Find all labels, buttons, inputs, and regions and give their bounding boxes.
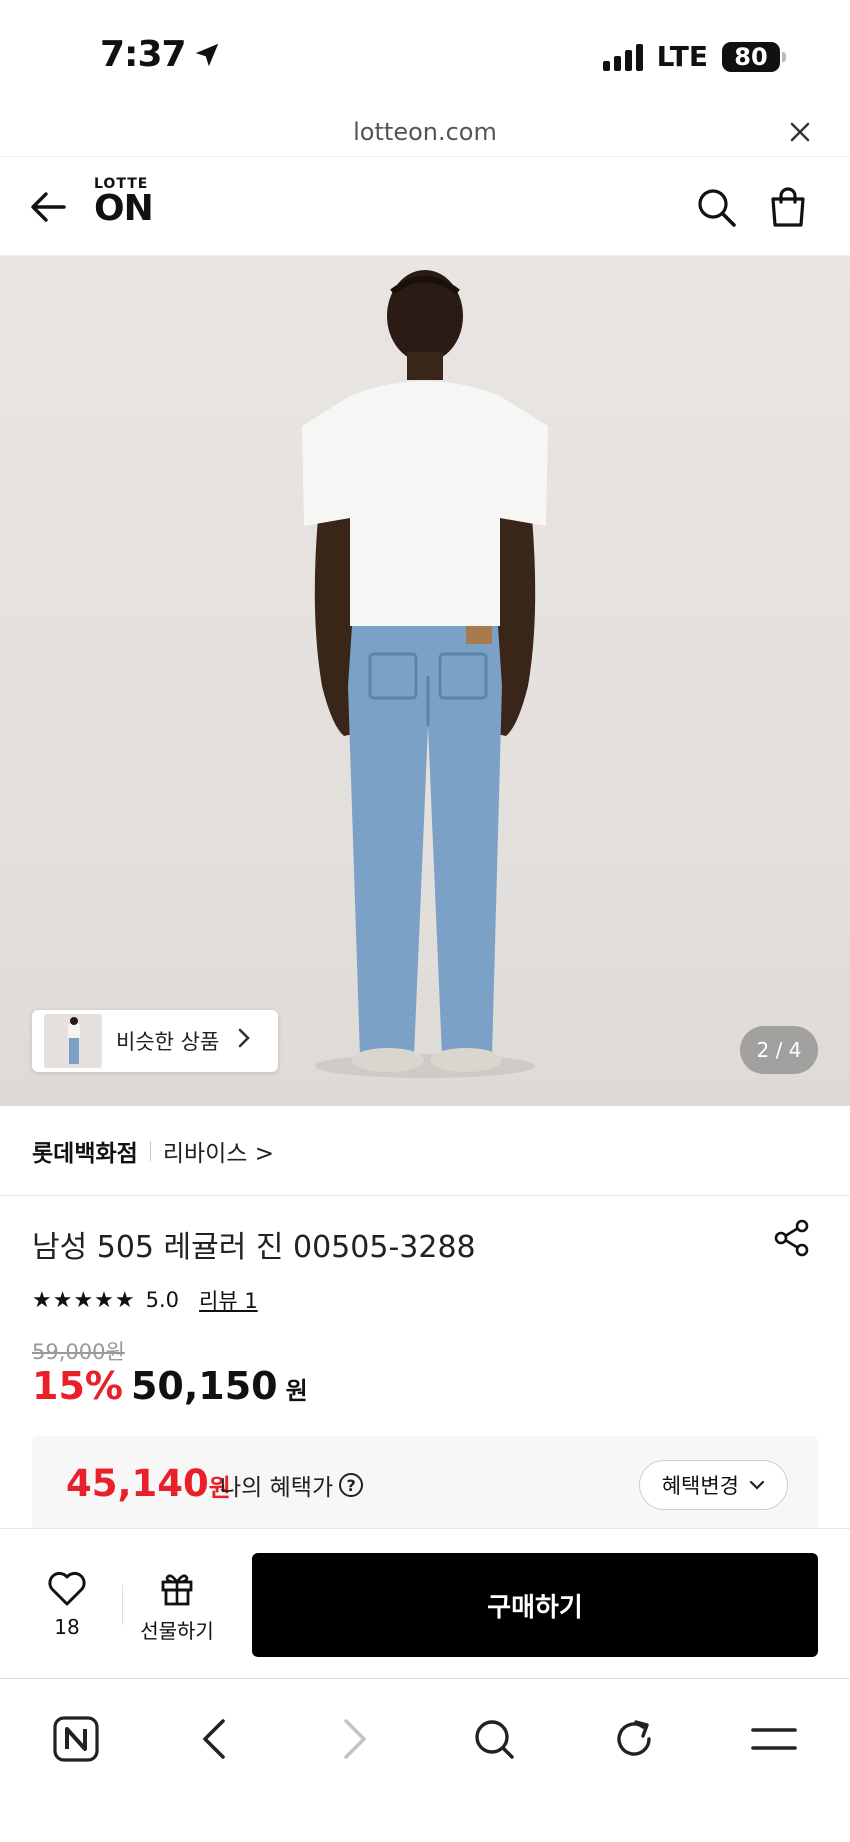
benefit-price: 45,140원 [66, 1462, 231, 1505]
url-text[interactable]: lotteon.com [0, 118, 850, 146]
discount-rate: 15% [32, 1364, 123, 1408]
battery-level: 80 [734, 42, 768, 71]
battery-icon: 80 [722, 41, 786, 72]
product-photo [302, 270, 548, 1078]
heart-icon [48, 1571, 86, 1606]
like-count: 18 [54, 1615, 80, 1639]
location-arrow-icon [195, 43, 218, 66]
divider [149, 1140, 151, 1161]
benefit-box: 45,140원 나의 혜택가 ? 혜택변경 [32, 1436, 818, 1532]
price-row: 15% 50,150 원 [32, 1364, 308, 1408]
gift-button[interactable]: 선물하기 [136, 1569, 218, 1644]
lotte-on-logo[interactable]: LOTTE ON [94, 177, 154, 229]
search-icon[interactable] [694, 185, 738, 229]
help-icon[interactable]: ? [339, 1473, 364, 1497]
rating-row: ★★★★★ 5.0 리뷰 1 [32, 1285, 258, 1315]
benefit-label-text: 나의 혜택가 [220, 1475, 334, 1501]
shopping-bag-icon[interactable] [766, 185, 810, 229]
share-icon[interactable] [772, 1218, 812, 1258]
status-time: 7:37 [100, 34, 222, 75]
refresh-icon[interactable] [604, 1709, 664, 1769]
similar-product-thumbnail [44, 1014, 102, 1068]
brand-link[interactable]: 리바이스 > [163, 1134, 274, 1168]
status-bar: 7:37 LTE 80 [0, 0, 850, 110]
star-rating-icon: ★★★★★ [32, 1287, 136, 1313]
purchase-action-bar: 18 선물하기 구매하기 [0, 1528, 850, 1678]
browser-forward-icon[interactable] [325, 1709, 385, 1769]
menu-icon[interactable] [744, 1709, 804, 1769]
similar-products-label: 비슷한 상품 [116, 1030, 220, 1054]
brand-row: 롯데백화점 리바이스 > [0, 1106, 850, 1196]
rating-value: 5.0 [145, 1288, 180, 1312]
chevron-right-icon [237, 1027, 251, 1055]
product-image[interactable]: 비슷한 상품 2 / 4 [0, 256, 850, 1106]
network-label: LTE [656, 40, 708, 73]
browser-toolbar [0, 1678, 850, 1842]
time-text: 7:37 [100, 34, 187, 75]
app-header: LOTTE ON [0, 156, 850, 256]
back-arrow-icon[interactable] [28, 187, 68, 227]
sale-price: 50,150 [130, 1364, 278, 1408]
like-button[interactable]: 18 [30, 1569, 104, 1639]
status-indicators: LTE 80 [602, 40, 786, 73]
benefit-label: 나의 혜택가 ? [220, 1468, 364, 1502]
image-page-indicator: 2 / 4 [740, 1026, 818, 1074]
close-icon[interactable] [788, 118, 812, 151]
benefit-price-value: 45,140 [66, 1462, 209, 1505]
naver-home-icon[interactable] [46, 1709, 106, 1769]
divider [122, 1585, 123, 1625]
url-bar: lotteon.com [0, 110, 850, 156]
similar-products-button[interactable]: 비슷한 상품 [32, 1010, 278, 1072]
chevron-down-icon [749, 1480, 765, 1490]
buy-button[interactable]: 구매하기 [252, 1553, 818, 1657]
store-name[interactable]: 롯데백화점 [32, 1134, 138, 1168]
gift-label: 선물하기 [140, 1619, 214, 1643]
product-title: 남성 505 레귤러 진 00505-3288 [32, 1230, 476, 1265]
logo-bottom-text: ON [94, 188, 154, 229]
review-link[interactable]: 리뷰 1 [199, 1285, 258, 1315]
browser-search-icon[interactable] [464, 1709, 524, 1769]
original-price: 59,000원 [32, 1340, 125, 1364]
benefit-change-label: 혜택변경 [661, 1474, 739, 1498]
currency-unit: 원 [285, 1377, 308, 1405]
signal-icon [602, 43, 643, 71]
gift-icon [161, 1574, 193, 1606]
browser-back-icon[interactable] [184, 1709, 244, 1769]
benefit-change-button[interactable]: 혜택변경 [638, 1460, 788, 1510]
